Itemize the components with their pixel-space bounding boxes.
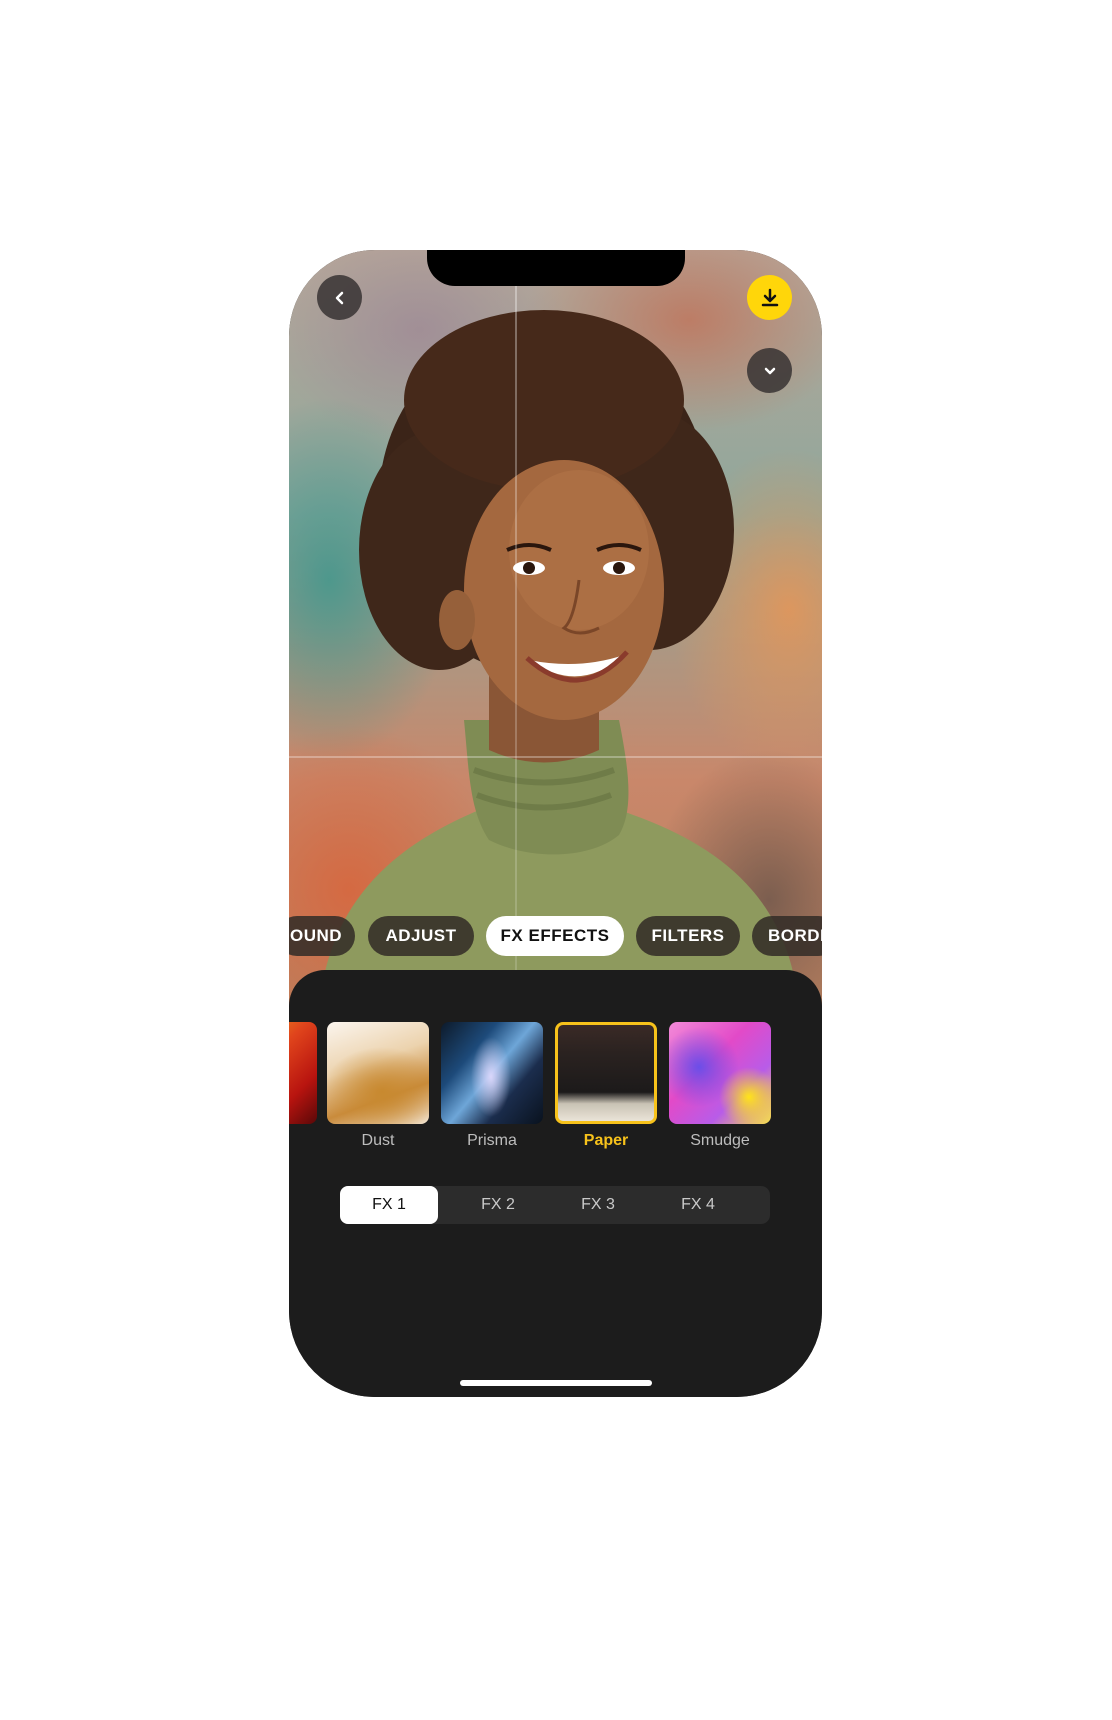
variant-label: FX 4 [681,1196,715,1213]
tab-label: BORDI [768,926,822,945]
tab-filters[interactable]: FILTERS [636,916,740,956]
effect-label: Smudge [690,1132,750,1149]
photo-canvas[interactable] [289,250,822,1010]
variant-label: FX 1 [372,1196,406,1213]
download-button[interactable] [747,275,792,320]
effect-label: Dust [361,1132,395,1149]
fx-variant-2[interactable]: FX 2 [458,1186,538,1224]
tab-background[interactable]: OUND [289,916,355,956]
portrait-photo [319,310,799,1010]
effect-thumb-paper[interactable] [555,1022,657,1124]
fx-variant-selector: FX 1 FX 2 FX 3 FX 4 [340,1186,770,1224]
paper-fold-horizontal [289,756,822,758]
tab-label: FILTERS [651,926,725,945]
back-button[interactable] [317,275,362,320]
tab-borders[interactable]: BORDI [752,916,822,956]
tab-label: OUND [289,926,343,945]
effect-label: Prisma [467,1132,517,1149]
fx-variant-1[interactable]: FX 1 [340,1186,438,1224]
tab-label: FX EFFECTS [500,926,610,945]
effect-thumb-prisma[interactable] [441,1022,543,1124]
fx-variant-4[interactable]: FX 4 [658,1186,738,1224]
device-notch [427,250,685,286]
tab-label: ADJUST [385,926,457,945]
fx-variant-3[interactable]: FX 3 [558,1186,638,1224]
effect-thumb-smudge[interactable] [669,1022,771,1124]
variant-label: FX 2 [481,1196,515,1213]
effect-label: Paper [583,1132,629,1149]
variant-label: FX 3 [581,1196,615,1213]
effect-thumb-partial[interactable] [289,1022,317,1124]
chevron-down-icon [764,367,775,374]
effect-thumb-dust[interactable] [327,1022,429,1124]
effects-panel: Dust Prisma Paper Smudge FX 1 FX 2 FX 3 … [289,970,822,1397]
home-indicator[interactable] [460,1380,652,1386]
paper-fold-vertical [515,250,517,1010]
tab-fx-effects[interactable]: FX EFFECTS [486,916,624,956]
phone-screen: OUND ADJUST FX EFFECTS FILTERS BORDI Dus… [289,250,822,1397]
collapse-button[interactable] [747,348,792,393]
chevron-left-icon [335,291,343,304]
download-icon [761,288,778,306]
tab-adjust[interactable]: ADJUST [368,916,474,956]
